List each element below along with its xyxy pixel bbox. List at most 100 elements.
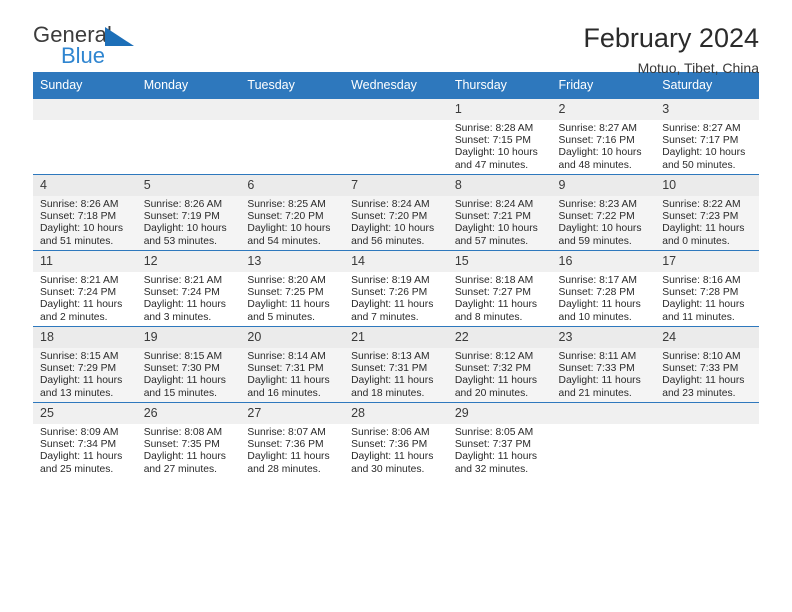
calendar-day-cell[interactable]: 4 Sunrise: 8:26 AM Sunset: 7:18 PM Daylight… [33,174,137,251]
calendar-day-cell[interactable]: 11 Sunrise: 8:21 AM Sunset: 7:24 PM Dayligh… [33,250,137,327]
calendar-day-cell[interactable]: 25 Sunrise: 8:09 AM Sunset: 7:34 PM Dayligh… [33,402,137,478]
daylight-duration-line2: and 2 minutes. [40,311,108,323]
daylight-duration-line1: Daylight: 11 hours [351,299,434,311]
sunrise-time: Sunrise: 8:27 AM [662,123,741,134]
day-details: Sunrise: 8:27 AM Sunset: 7:16 PM Daylight:… [552,120,656,172]
day-details: Sunrise: 8:24 AM Sunset: 7:21 PM Daylight:… [448,196,552,248]
daylight-duration-line1: Daylight: 11 hours [558,299,641,311]
sunset-time: Sunset: 7:15 PM [454,135,531,147]
calendar-day-cell[interactable]: 2 Sunrise: 8:27 AM Sunset: 7:16 PM Daylight… [551,98,656,175]
daylight-duration-line1: Daylight: 11 hours [351,375,434,387]
day-details: Sunrise: 8:27 AM Sunset: 7:17 PM Daylight:… [655,120,759,172]
calendar-day-cell[interactable]: 19 Sunrise: 8:15 AM Sunset: 7:30 PM Dayligh… [136,326,241,403]
sunset-time: Sunset: 7:36 PM [247,439,324,451]
day-details: Sunrise: 8:28 AM Sunset: 7:15 PM Daylight:… [448,120,552,172]
calendar-day-cell[interactable]: 12 Sunrise: 8:21 AM Sunset: 7:24 PM Dayligh… [136,250,241,327]
daylight-duration-line1: Daylight: 11 hours [143,299,226,311]
day-details: Sunrise: 8:08 AM Sunset: 7:35 PM Daylight:… [137,424,241,476]
daylight-duration-line2: and 23 minutes. [662,387,736,399]
calendar-day-cell[interactable]: 18 Sunrise: 8:15 AM Sunset: 7:29 PM Dayligh… [33,326,137,403]
calendar-day-cell[interactable]: 28 Sunrise: 8:06 AM Sunset: 7:36 PM Dayligh… [344,402,448,478]
sunrise-time: Sunrise: 8:25 AM [247,199,326,210]
day-details: Sunrise: 8:16 AM Sunset: 7:28 PM Daylight:… [655,272,759,324]
calendar-day-cell[interactable]: 9 Sunrise: 8:23 AM Sunset: 7:22 PM Daylight… [551,174,656,251]
day-details: Sunrise: 8:15 AM Sunset: 7:29 PM Daylight:… [33,348,137,400]
daylight-duration-line2: and 28 minutes. [247,463,321,475]
sunrise-time: Sunrise: 8:13 AM [351,351,430,362]
calendar-day-cell[interactable]: 29 Sunrise: 8:05 AM Sunset: 7:37 PM Dayligh… [447,402,552,478]
sunrise-sunset-calendar-table: Sunday Monday Tuesday Wednesday Thursday… [33,72,759,478]
calendar-week-row: 11 Sunrise: 8:21 AM Sunset: 7:24 PM Dayligh… [33,250,759,327]
calendar-day-cell[interactable]: 6 Sunrise: 8:25 AM Sunset: 7:20 PM Daylight… [240,174,345,251]
sunset-time: Sunset: 7:27 PM [454,287,531,299]
daylight-duration-line1: Daylight: 11 hours [351,451,434,463]
sunset-time: Sunset: 7:29 PM [40,363,117,375]
calendar-day-cell[interactable]: 8 Sunrise: 8:24 AM Sunset: 7:21 PM Daylight… [447,174,552,251]
day-number: 12 [136,251,241,272]
day-number [136,99,241,120]
calendar-day-cell[interactable]: 27 Sunrise: 8:07 AM Sunset: 7:36 PM Dayligh… [240,402,345,478]
day-details: Sunrise: 8:18 AM Sunset: 7:27 PM Daylight:… [448,272,552,324]
daylight-duration-line2: and 18 minutes. [351,387,425,399]
calendar-week-row: 18 Sunrise: 8:15 AM Sunset: 7:29 PM Dayligh… [33,326,759,403]
calendar-day-cell[interactable]: 16 Sunrise: 8:17 AM Sunset: 7:28 PM Dayligh… [551,250,656,327]
sunset-time: Sunset: 7:18 PM [40,211,117,223]
calendar-day-cell[interactable]: 14 Sunrise: 8:19 AM Sunset: 7:26 PM Dayligh… [344,250,448,327]
sunrise-time: Sunrise: 8:17 AM [558,275,637,286]
sunset-time: Sunset: 7:24 PM [40,287,117,299]
location-subtitle: Motuo, Tibet, China [637,60,759,76]
sunset-time: Sunset: 7:33 PM [558,363,635,375]
calendar-day-cell[interactable]: 15 Sunrise: 8:18 AM Sunset: 7:27 PM Dayligh… [447,250,552,327]
daylight-duration-line2: and 21 minutes. [558,387,632,399]
calendar-body: 1 Sunrise: 8:28 AM Sunset: 7:15 PM Daylight… [33,98,759,478]
daylight-duration-line2: and 59 minutes. [558,235,632,247]
daylight-duration-line2: and 11 minutes. [662,311,735,323]
sunset-time: Sunset: 7:24 PM [143,287,220,299]
calendar-day-cell[interactable]: 1 Sunrise: 8:28 AM Sunset: 7:15 PM Daylight… [447,98,552,175]
sunrise-time: Sunrise: 8:20 AM [247,275,326,286]
calendar-day-cell[interactable]: 17 Sunrise: 8:16 AM Sunset: 7:28 PM Dayligh… [655,250,759,327]
calendar-day-cell[interactable]: 24 Sunrise: 8:10 AM Sunset: 7:33 PM Dayligh… [655,326,759,403]
calendar-day-cell[interactable]: 21 Sunrise: 8:13 AM Sunset: 7:31 PM Dayligh… [344,326,448,403]
sunrise-time: Sunrise: 8:22 AM [662,199,741,210]
weekday-header-sunday: Sunday [33,72,137,99]
daylight-duration-line1: Daylight: 10 hours [454,147,538,159]
day-number: 15 [447,251,552,272]
daylight-duration-line1: Daylight: 11 hours [662,299,745,311]
calendar-empty-cell [136,98,241,175]
calendar-day-cell[interactable]: 3 Sunrise: 8:27 AM Sunset: 7:17 PM Daylight… [655,98,759,175]
day-number: 14 [344,251,448,272]
daylight-duration-line2: and 51 minutes. [40,235,114,247]
calendar-day-cell[interactable]: 7 Sunrise: 8:24 AM Sunset: 7:20 PM Daylight… [344,174,448,251]
day-number: 24 [655,327,759,348]
sunrise-time: Sunrise: 8:09 AM [40,427,119,438]
day-details: Sunrise: 8:17 AM Sunset: 7:28 PM Daylight:… [552,272,656,324]
calendar-day-cell[interactable]: 10 Sunrise: 8:22 AM Sunset: 7:23 PM Dayligh… [655,174,759,251]
day-number: 27 [240,403,345,424]
generalblue-logo[interactable]: General Blue [33,22,153,70]
sunset-time: Sunset: 7:23 PM [662,211,739,223]
daylight-duration-line2: and 54 minutes. [247,235,321,247]
sunrise-time: Sunrise: 8:10 AM [662,351,741,362]
calendar-day-cell[interactable]: 5 Sunrise: 8:26 AM Sunset: 7:19 PM Daylight… [136,174,241,251]
calendar-day-cell[interactable]: 22 Sunrise: 8:12 AM Sunset: 7:32 PM Dayligh… [447,326,552,403]
sunrise-time: Sunrise: 8:26 AM [143,199,223,210]
day-number: 6 [240,175,345,196]
day-number: 2 [551,99,656,120]
calendar-day-cell[interactable]: 26 Sunrise: 8:08 AM Sunset: 7:35 PM Dayligh… [136,402,241,478]
sunrise-time: Sunrise: 8:27 AM [558,123,637,134]
calendar-day-cell[interactable]: 13 Sunrise: 8:20 AM Sunset: 7:25 PM Dayligh… [240,250,345,327]
daylight-duration-line1: Daylight: 10 hours [247,223,331,235]
sunrise-time: Sunrise: 8:06 AM [351,427,430,438]
daylight-duration-line2: and 47 minutes. [454,159,529,171]
day-details: Sunrise: 8:15 AM Sunset: 7:30 PM Daylight:… [137,348,241,400]
calendar-day-cell[interactable]: 23 Sunrise: 8:11 AM Sunset: 7:33 PM Dayligh… [551,326,656,403]
sunset-time: Sunset: 7:28 PM [558,287,635,299]
day-number: 3 [655,99,759,120]
daylight-duration-line1: Daylight: 11 hours [247,375,330,387]
calendar-empty-cell [655,402,759,478]
calendar-day-cell[interactable]: 20 Sunrise: 8:14 AM Sunset: 7:31 PM Dayligh… [240,326,345,403]
sunset-time: Sunset: 7:17 PM [662,135,739,147]
day-details: Sunrise: 8:23 AM Sunset: 7:22 PM Daylight:… [552,196,656,248]
daylight-duration-line2: and 0 minutes. [662,235,730,247]
